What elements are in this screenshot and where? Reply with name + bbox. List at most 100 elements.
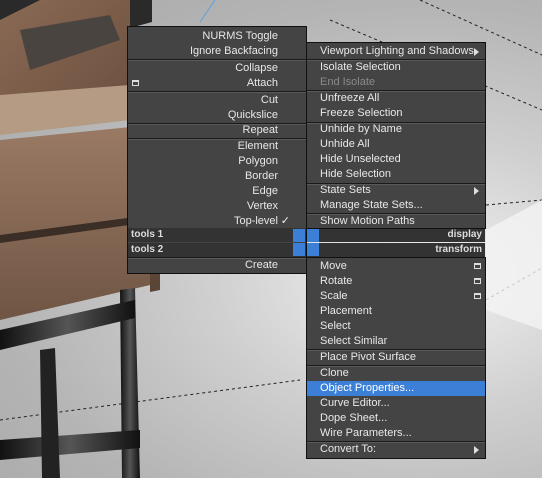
checkmark-icon: ✓	[280, 215, 290, 227]
menu-item-label: Unfreeze All	[320, 92, 380, 104]
quad-label-transform[interactable]: transform	[307, 243, 485, 257]
menu-item-label: Top-level	[233, 215, 278, 227]
quad-label-text: transform	[435, 244, 482, 255]
menu-item-label: Unhide by Name	[320, 123, 402, 135]
menu-item-freeze-selection[interactable]: Freeze Selection	[307, 106, 485, 121]
menu-item-label: Ignore Backfacing	[189, 45, 278, 57]
menu-item-label: Manage State Sets...	[320, 199, 423, 211]
menu-item-viewport-lighting-and-shadows[interactable]: Viewport Lighting and Shadows	[307, 44, 485, 59]
menu-item-label: Unhide All	[320, 138, 370, 150]
menu-item-object-properties[interactable]: Object Properties...	[307, 381, 485, 396]
menu-item-label: Scale	[320, 290, 348, 302]
quad-menu-display: Viewport Lighting and Shadows Isolate Se…	[306, 42, 486, 229]
menu-item-label: Create	[244, 259, 278, 271]
options-box-icon[interactable]	[474, 263, 481, 269]
menu-item-ignore-backfacing[interactable]: Ignore Backfacing	[128, 44, 292, 59]
menu-item-element[interactable]: Element	[128, 139, 292, 154]
menu-item-select[interactable]: Select	[307, 319, 485, 334]
menu-item-nurms-toggle[interactable]: NURMS Toggle	[128, 29, 292, 44]
menu-item-label: Collapse	[235, 62, 278, 74]
options-box-icon[interactable]	[132, 80, 139, 86]
menu-item-label: Isolate Selection	[320, 61, 401, 73]
menu-item-label: Hide Unselected	[320, 153, 401, 165]
menu-item-label: Clone	[320, 367, 349, 379]
menu-item-label: Dope Sheet...	[320, 412, 388, 424]
quad-label-display[interactable]: display	[307, 228, 485, 242]
menu-item-place-pivot-surface[interactable]: Place Pivot Surface	[307, 350, 485, 365]
menu-item-placement[interactable]: Placement	[307, 304, 485, 319]
menu-item-label: Hide Selection	[320, 168, 391, 180]
menu-item-vertex[interactable]: Vertex	[128, 199, 292, 214]
quad-label-text: tools 1	[131, 229, 164, 240]
menu-item-border[interactable]: Border	[128, 169, 292, 184]
menu-item-label: End Isolate	[320, 76, 376, 88]
menu-item-label: Cut	[260, 94, 278, 106]
menu-item-cut[interactable]: Cut	[128, 93, 292, 108]
quad-label-tools2[interactable]: tools 2	[128, 243, 306, 257]
menu-item-label: Vertex	[246, 200, 278, 212]
menu-item-label: Quickslice	[227, 109, 278, 121]
submenu-arrow-icon	[474, 48, 479, 56]
menu-item-label: Edge	[252, 185, 278, 197]
menu-item-label: Element	[237, 140, 278, 152]
submenu-arrow-icon	[474, 446, 479, 454]
menu-item-label: Curve Editor...	[320, 397, 390, 409]
menu-item-hide-selection[interactable]: Hide Selection	[307, 167, 485, 182]
menu-item-end-isolate: End Isolate	[307, 75, 485, 90]
menu-item-convert-to[interactable]: Convert To:	[307, 442, 485, 457]
menu-item-wire-parameters[interactable]: Wire Parameters...	[307, 426, 485, 441]
menu-item-label: Border	[244, 170, 278, 182]
menu-item-repeat[interactable]: Repeat	[128, 123, 292, 138]
menu-item-create[interactable]: Create	[128, 258, 292, 273]
menu-item-rotate[interactable]: Rotate	[307, 274, 485, 289]
menu-item-label: Placement	[320, 305, 372, 317]
menu-item-dope-sheet[interactable]: Dope Sheet...	[307, 411, 485, 426]
menu-item-quickslice[interactable]: Quickslice	[128, 108, 292, 123]
menu-item-label: Select	[320, 320, 351, 332]
menu-item-edge[interactable]: Edge	[128, 184, 292, 199]
menu-item-move[interactable]: Move	[307, 259, 485, 274]
quad-selector-top-left[interactable]	[293, 229, 305, 242]
menu-item-label: Rotate	[320, 275, 353, 287]
menu-item-label: Freeze Selection	[320, 107, 403, 119]
menu-item-hide-unselected[interactable]: Hide Unselected	[307, 152, 485, 167]
menu-item-label: Move	[320, 260, 347, 272]
menu-item-attach[interactable]: Attach	[128, 76, 292, 91]
menu-item-label: Viewport Lighting and Shadows	[320, 45, 474, 57]
menu-item-collapse[interactable]: Collapse	[128, 61, 292, 76]
options-box-icon[interactable]	[474, 278, 481, 284]
menu-item-label: Attach	[246, 77, 278, 89]
quad-label-text: tools 2	[131, 244, 164, 255]
quad-selector-bottom-right[interactable]	[307, 243, 319, 256]
quad-menu-transform: Move Rotate Scale Placement Select Selec…	[306, 257, 486, 459]
options-box-icon[interactable]	[474, 293, 481, 299]
menu-item-curve-editor[interactable]: Curve Editor...	[307, 396, 485, 411]
menu-item-isolate-selection[interactable]: Isolate Selection	[307, 60, 485, 75]
menu-item-polygon[interactable]: Polygon	[128, 154, 292, 169]
submenu-arrow-icon	[474, 187, 479, 195]
menu-item-label: Polygon	[238, 155, 278, 167]
menu-item-unfreeze-all[interactable]: Unfreeze All	[307, 91, 485, 106]
menu-item-label: Select Similar	[320, 335, 388, 347]
quad-selector-top-right[interactable]	[307, 229, 319, 242]
menu-item-label: Place Pivot Surface	[320, 351, 416, 363]
menu-item-label: State Sets	[320, 184, 371, 196]
quad-label-text: display	[447, 229, 482, 240]
quad-selector-bottom-left[interactable]	[293, 243, 305, 256]
quad-label-tools1[interactable]: tools 1	[128, 228, 306, 242]
menu-item-unhide-all[interactable]: Unhide All	[307, 137, 485, 152]
menu-item-manage-state-sets[interactable]: Manage State Sets...	[307, 198, 485, 213]
menu-item-label: Object Properties...	[320, 382, 415, 394]
menu-item-unhide-by-name[interactable]: Unhide by Name	[307, 122, 485, 137]
menu-item-label: Convert To:	[320, 443, 377, 455]
menu-item-select-similar[interactable]: Select Similar	[307, 334, 485, 349]
menu-item-scale[interactable]: Scale	[307, 289, 485, 304]
menu-item-label: Wire Parameters...	[320, 427, 412, 439]
menu-item-label: Show Motion Paths	[320, 215, 415, 227]
menu-item-label: NURMS Toggle	[202, 30, 278, 42]
menu-item-label: Repeat	[242, 124, 278, 136]
menu-item-clone[interactable]: Clone	[307, 366, 485, 381]
menu-item-state-sets[interactable]: State Sets	[307, 183, 485, 198]
menu-item-show-motion-paths[interactable]: Show Motion Paths	[307, 214, 485, 229]
menu-item-top-level[interactable]: Top-level ✓	[128, 214, 292, 229]
